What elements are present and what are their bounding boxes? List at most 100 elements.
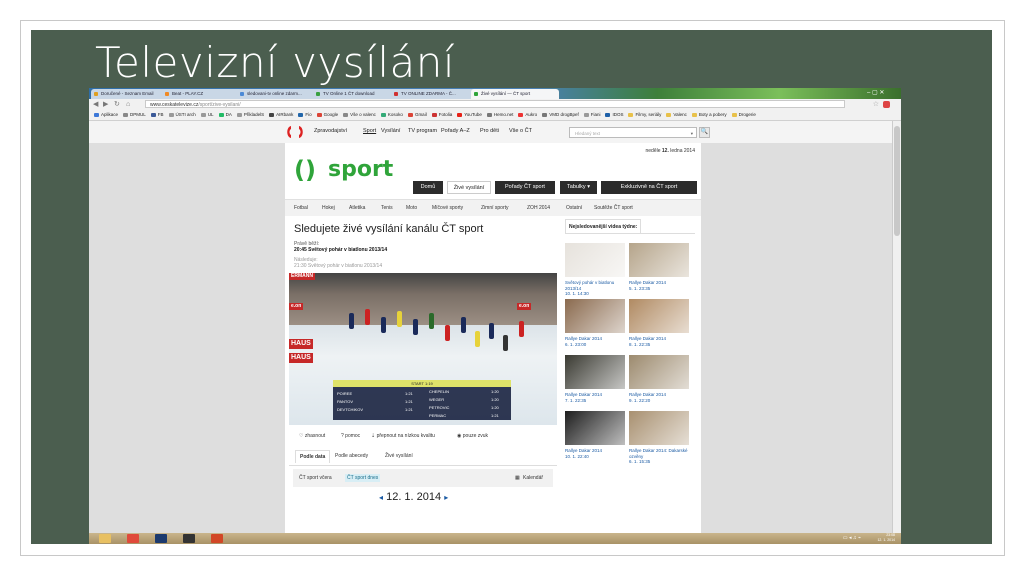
- video-thumbnail[interactable]: [565, 355, 625, 389]
- bookmark-item[interactable]: Drogerie: [731, 110, 756, 120]
- subnav-item-9[interactable]: Soutěže ČT sport: [594, 205, 633, 211]
- taskbar-explorer-icon[interactable]: [99, 534, 111, 543]
- url-field[interactable]: www.ceskatelevize.cz/sport/zive-vysilani…: [145, 100, 845, 108]
- video-thumbnail[interactable]: [629, 355, 689, 389]
- browser-tab[interactable]: sledovani-tv online zdarm...: [237, 89, 319, 99]
- prev-day-icon[interactable]: ◂: [379, 493, 383, 502]
- bookmark-item[interactable]: IDOS: [605, 110, 623, 120]
- bookmark-item[interactable]: Fiani: [583, 110, 600, 120]
- video-thumbnail[interactable]: [565, 299, 625, 333]
- browser-tab[interactable]: Doručené - Seznam Email: [91, 89, 169, 99]
- bookmark-item[interactable]: YouTube: [457, 110, 482, 120]
- reload-icon[interactable]: ↻: [114, 100, 120, 109]
- bookmark-item[interactable]: Fio: [298, 110, 312, 120]
- player-control-3[interactable]: ◉ pouze zvuk: [457, 429, 488, 443]
- bookmark-item[interactable]: PřikladelS: [236, 110, 264, 120]
- topnav-link-6[interactable]: Vše o ČT: [509, 128, 532, 134]
- mainnav-item-1[interactable]: Živé vysílání: [447, 181, 491, 194]
- player-control-0[interactable]: ♡ zhasnout: [299, 429, 325, 443]
- bookmark-item[interactable]: Hemo.net: [486, 110, 513, 120]
- topnav-link-0[interactable]: Zpravodajství: [314, 128, 347, 134]
- subnav-item-1[interactable]: Hokej: [322, 205, 335, 211]
- bookmark-item[interactable]: ÚSTI arch: [168, 110, 196, 120]
- subnav-item-3[interactable]: Tenis: [381, 205, 393, 211]
- page-scrollbar-thumb[interactable]: [894, 126, 900, 236]
- subnav-item-0[interactable]: Fotbal: [294, 205, 308, 211]
- topnav-link-4[interactable]: Pořady A–Z: [441, 128, 470, 134]
- window-controls[interactable]: – ▢ ✕: [867, 89, 897, 97]
- bookmark-item[interactable]: Aukro: [518, 110, 537, 120]
- video-thumbnail[interactable]: [629, 411, 689, 445]
- subnav-item-7[interactable]: ZOH 2014: [527, 205, 550, 211]
- schedule-today[interactable]: ČT sport dnes: [345, 474, 381, 482]
- video-caption[interactable]: Rallye Dakar 2014 6. 1. 23:00: [565, 336, 625, 347]
- bookmark-item[interactable]: VMD drogBpef: [542, 110, 579, 120]
- bookmark-star-icon[interactable]: ☆: [873, 100, 879, 109]
- system-tray[interactable]: ▭ ◂ ♫ ⌁: [843, 535, 861, 541]
- subnav-item-5[interactable]: Míčové sporty: [432, 205, 463, 211]
- bookmark-item[interactable]: DPMUL: [123, 110, 146, 120]
- taskbar-photoshop-icon[interactable]: [155, 534, 167, 543]
- video-thumbnail[interactable]: [565, 411, 625, 445]
- topnav-link-2[interactable]: Vysílání: [381, 128, 400, 134]
- taskbar-powerpoint-icon[interactable]: [211, 534, 223, 543]
- schedule-tab-1[interactable]: Podle abecedy: [335, 453, 368, 459]
- forward-icon[interactable]: ▶: [103, 100, 108, 109]
- bookmark-item[interactable]: Google: [316, 110, 338, 120]
- video-caption[interactable]: Světový pohár v biatlonu 2013/14 10. 1. 1…: [565, 280, 625, 297]
- next-day-icon[interactable]: ▸: [444, 493, 448, 502]
- search-input[interactable]: Hledaný text ▾: [569, 127, 697, 138]
- bookmark-item[interactable]: DA: [218, 110, 232, 120]
- calendar-link[interactable]: Kalendář: [523, 475, 543, 481]
- topnav-link-5[interactable]: Pro děti: [480, 128, 499, 134]
- bookmark-item[interactable]: Fotolia: [431, 110, 452, 120]
- browser-tab[interactable]: Beat - PLAY.CZ: [162, 89, 242, 99]
- taskbar-clock[interactable]: 23:08 12. 1. 2014: [877, 533, 895, 543]
- home-icon[interactable]: ⌂: [126, 100, 130, 109]
- back-icon[interactable]: ◀: [93, 100, 98, 109]
- video-caption[interactable]: Rallye Dakar 2014: Dakarské ozvěny 6. 1. …: [629, 448, 689, 465]
- bookmark-item[interactable]: Kosoko: [380, 110, 403, 120]
- search-button[interactable]: 🔍: [699, 127, 710, 138]
- subnav-item-4[interactable]: Moto: [406, 205, 417, 211]
- player-control-1[interactable]: ? pomoc: [341, 429, 360, 443]
- bookmark-item[interactable]: Aplikace: [94, 110, 118, 120]
- schedule-tab-2[interactable]: Živé vysílání: [385, 453, 413, 459]
- schedule-tab-0[interactable]: Podle data: [295, 450, 331, 463]
- browser-tab[interactable]: Živé vysílání — ČT sport: [471, 89, 559, 99]
- bookmark-item[interactable]: Boty a pobery: [691, 110, 727, 120]
- topnav-link-3[interactable]: TV program: [408, 128, 437, 134]
- browser-tab[interactable]: TV ONLINE ZDARMA - Č...: [391, 89, 477, 99]
- video-thumbnail[interactable]: [565, 243, 625, 277]
- calendar-icon[interactable]: ▦: [515, 475, 520, 481]
- subnav-item-8[interactable]: Ostatní: [566, 205, 582, 211]
- ct-logo-icon[interactable]: [285, 125, 305, 139]
- bookmark-item[interactable]: FB: [150, 110, 164, 120]
- bookmark-item[interactable]: Valenc: [666, 110, 687, 120]
- subnav-item-2[interactable]: Atletika: [349, 205, 365, 211]
- mainnav-item-2[interactable]: Pořady ČT sport: [495, 181, 555, 194]
- mainnav-item-3[interactable]: Tabulky ▾: [560, 181, 597, 194]
- bookmark-item[interactable]: Vše o valenc: [343, 110, 376, 120]
- search-dropdown-icon[interactable]: ▾: [691, 128, 693, 139]
- player-control-2[interactable]: ⇣ přepnout na nízkou kvalitu: [371, 429, 435, 443]
- video-caption[interactable]: Rallye Dakar 2014 10. 1. 22:40: [565, 448, 625, 459]
- taskbar-camera-icon[interactable]: [183, 534, 195, 543]
- bookmark-item[interactable]: UL: [200, 110, 214, 120]
- bookmark-item[interactable]: Gmail: [407, 110, 427, 120]
- bookmark-item[interactable]: Filmy, seriály: [628, 110, 661, 120]
- schedule-yesterday[interactable]: ČT sport včera: [299, 475, 332, 481]
- video-thumbnail[interactable]: [629, 299, 689, 333]
- browser-tab[interactable]: TV Online 1 ČT download: [313, 89, 397, 99]
- mainnav-item-4[interactable]: Exkluzivně na ČT sport: [601, 181, 697, 194]
- video-caption[interactable]: Rallye Dakar 2014 9. 1. 22:20: [629, 392, 689, 403]
- bookmark-item[interactable]: AIRbank: [269, 110, 293, 120]
- video-player[interactable]: ERMANN e.on HAUS HAUS e.on START 1:19 PO…: [289, 273, 557, 425]
- taskbar-chrome-icon[interactable]: [127, 534, 139, 543]
- ct-sport-logo[interactable]: () sport: [294, 157, 414, 183]
- topnav-link-1[interactable]: Sport: [363, 128, 376, 134]
- subnav-item-6[interactable]: Zimní sporty: [481, 205, 509, 211]
- video-caption[interactable]: Rallye Dakar 2014 7. 1. 22:35: [565, 392, 625, 403]
- video-caption[interactable]: Rallye Dakar 2014 8. 1. 22:35: [629, 336, 689, 347]
- video-caption[interactable]: Rallye Dakar 2014 5. 1. 23:35: [629, 280, 689, 291]
